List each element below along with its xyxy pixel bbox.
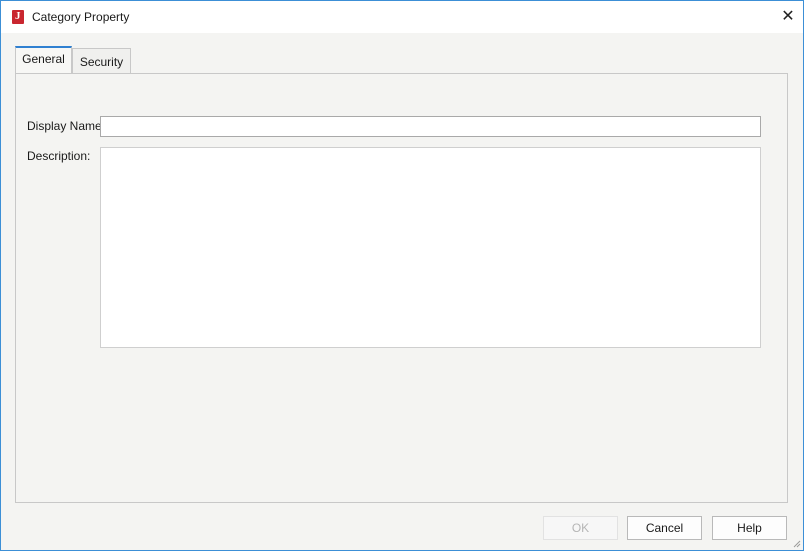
close-icon[interactable]: ✕ [777,7,799,27]
display-name-input[interactable] [100,116,761,137]
ok-button[interactable]: OK [543,516,618,540]
title-bar[interactable]: J Category Property ✕ [1,1,803,33]
dialog-window: J Category Property ✕ General Security D… [0,0,804,551]
app-icon-letter: J [15,10,21,22]
cancel-button[interactable]: Cancel [627,516,702,540]
description-textarea[interactable] [100,147,761,348]
description-label: Description: [27,149,91,163]
resize-grip-icon[interactable] [791,538,801,548]
j-app-icon: J [12,10,24,24]
display-name-label: Display Name: [27,119,106,133]
help-button[interactable]: Help [712,516,787,540]
tab-security[interactable]: Security [72,48,131,74]
dialog-title: Category Property [32,10,130,24]
tab-general[interactable]: General [15,46,72,73]
